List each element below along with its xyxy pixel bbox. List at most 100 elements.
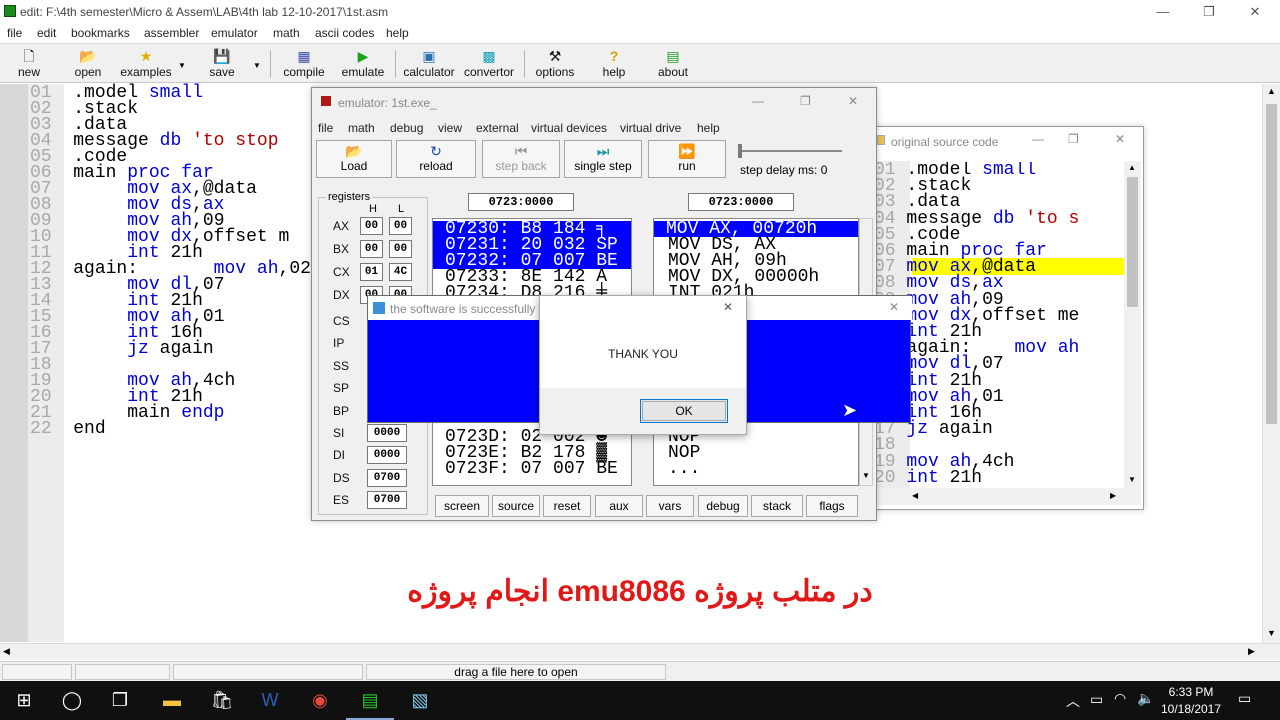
step-back-button[interactable]: ⏮ step back xyxy=(482,140,560,178)
run-button[interactable]: ⏩ run xyxy=(648,140,726,178)
scroll-down-icon[interactable]: ▼ xyxy=(862,471,870,480)
emulator-flags-button[interactable]: flags xyxy=(806,495,858,517)
register-high-value[interactable]: 00 xyxy=(360,240,383,258)
tray-chevron-icon[interactable]: ︿ xyxy=(1066,691,1080,711)
emulator-menu-item[interactable]: math xyxy=(348,121,375,135)
menu-help[interactable]: help xyxy=(386,26,409,40)
menu-file[interactable]: file xyxy=(7,26,22,40)
compile-button[interactable]: ▦ compile xyxy=(278,47,330,81)
source-maximize-button[interactable]: ❐ xyxy=(1068,132,1079,146)
action-center-icon[interactable]: ▭ xyxy=(1238,690,1251,707)
new-button[interactable]: 🗋 new xyxy=(10,47,48,81)
volume-icon[interactable]: 🔈 xyxy=(1137,690,1154,707)
minimize-button[interactable]: — xyxy=(1140,0,1186,24)
load-button[interactable]: 📂 Load xyxy=(316,140,392,178)
source-vertical-scrollbar[interactable]: ▲ ▼ xyxy=(1124,161,1141,488)
scroll-thumb[interactable] xyxy=(1127,177,1138,307)
convertor-button[interactable]: ▩ convertor xyxy=(460,47,518,81)
scroll-down-icon[interactable]: ▼ xyxy=(1128,475,1136,484)
maximize-button[interactable]: ❐ xyxy=(1186,0,1232,24)
menu-edit[interactable]: edit xyxy=(37,26,56,40)
cortana-search-icon[interactable]: ◯ xyxy=(48,681,96,720)
emulator-close-button[interactable]: ✕ xyxy=(848,94,858,108)
source-minimize-button[interactable]: — xyxy=(1032,132,1044,146)
menu-bookmarks[interactable]: bookmarks xyxy=(71,26,130,40)
file-explorer-icon[interactable]: ▬ xyxy=(148,681,196,720)
notepad-icon[interactable]: ▧ xyxy=(396,681,444,720)
register-low-value[interactable]: 4C xyxy=(389,263,412,281)
emulator-menu-item[interactable]: virtual drive xyxy=(620,121,681,135)
source-line[interactable]: 20 int 21h xyxy=(874,469,982,487)
single-step-button[interactable]: ⏭ single step xyxy=(564,140,642,178)
scroll-up-icon[interactable]: ▲ xyxy=(1267,86,1276,96)
close-button[interactable]: ✕ xyxy=(1232,0,1278,24)
vertical-scrollbar[interactable]: ▲ ▼ xyxy=(1262,84,1280,644)
emulator-reset-button[interactable]: reset xyxy=(543,495,591,517)
register-value[interactable]: 0700 xyxy=(367,491,407,510)
scroll-thumb[interactable] xyxy=(1266,104,1277,424)
emulator-debug-button[interactable]: debug xyxy=(698,495,748,517)
scroll-left-icon[interactable]: ◀ xyxy=(3,646,10,657)
emulator-stack-button[interactable]: stack xyxy=(751,495,803,517)
scroll-up-icon[interactable]: ▲ xyxy=(1128,163,1136,172)
step-delay-slider[interactable] xyxy=(738,144,844,158)
save-dropdown-icon[interactable]: ▼ xyxy=(253,61,261,70)
scroll-right-icon[interactable]: ▶ xyxy=(1110,491,1116,500)
menu-ascii-codes[interactable]: ascii codes xyxy=(315,26,374,40)
register-low-value[interactable]: 00 xyxy=(389,240,412,258)
calculator-button[interactable]: ▣ calculator xyxy=(400,47,458,81)
memory-row[interactable]: 0723F: 07 007 BE xyxy=(435,460,618,478)
examples-button[interactable]: ★ examples xyxy=(118,47,174,81)
about-button[interactable]: ▤ about xyxy=(652,47,694,81)
source-horizontal-scrollbar[interactable]: ◀ ▶ xyxy=(872,488,1141,505)
code-line[interactable]: 22 end xyxy=(30,420,106,438)
word-icon[interactable]: W xyxy=(246,681,294,720)
store-icon[interactable]: 🛍 xyxy=(198,681,246,720)
menu-emulator[interactable]: emulator xyxy=(211,26,258,40)
register-high-value[interactable]: 00 xyxy=(360,217,383,235)
emulator-menu-item[interactable]: virtual devices xyxy=(531,121,607,135)
clock-date[interactable]: 10/18/2017 xyxy=(1158,702,1224,716)
register-high-value[interactable]: 01 xyxy=(360,263,383,281)
horizontal-scrollbar[interactable]: ◀ ▶ xyxy=(0,643,1280,660)
battery-icon[interactable]: ▭ xyxy=(1090,691,1103,708)
dialog-close-button[interactable]: ✕ xyxy=(723,300,733,314)
memory-address-box[interactable]: 0723:0000 xyxy=(468,193,574,211)
output-window-close-button[interactable]: ✕ xyxy=(889,300,899,314)
register-low-value[interactable]: 00 xyxy=(389,217,412,235)
emu8086-icon[interactable]: ▤ xyxy=(346,681,394,720)
menu-math[interactable]: math xyxy=(273,26,300,40)
emulator-menu-item[interactable]: view xyxy=(438,121,462,135)
wifi-icon[interactable]: ◠ xyxy=(1114,690,1126,707)
save-button[interactable]: 💾 save xyxy=(202,47,242,81)
emulator-minimize-button[interactable]: — xyxy=(752,94,764,108)
emulate-button[interactable]: ▶ emulate xyxy=(337,47,389,81)
disasm-address-box[interactable]: 0723:0000 xyxy=(688,193,794,211)
help-button[interactable]: ? help xyxy=(596,47,632,81)
disasm-row[interactable]: ... xyxy=(656,460,700,478)
emulator-screen-button[interactable]: screen xyxy=(435,495,489,517)
clock-time[interactable]: 6:33 PM xyxy=(1158,685,1224,699)
emulator-menu-item[interactable]: debug xyxy=(390,121,423,135)
reload-button[interactable]: ↻ reload xyxy=(396,140,476,178)
emulator-menu-item[interactable]: file xyxy=(318,121,333,135)
emulator-menu-item[interactable]: help xyxy=(697,121,720,135)
emulator-vars-button[interactable]: vars xyxy=(646,495,694,517)
slider-thumb[interactable] xyxy=(738,144,742,158)
open-button[interactable]: 📂 open xyxy=(68,47,108,81)
scroll-right-icon[interactable]: ▶ xyxy=(1248,646,1255,657)
source-close-button[interactable]: ✕ xyxy=(1115,132,1125,146)
windows-start-icon[interactable]: ⊞ xyxy=(0,681,48,720)
emulator-aux-button[interactable]: aux xyxy=(595,495,643,517)
emulator-source-button[interactable]: source xyxy=(492,495,540,517)
menu-assembler[interactable]: assembler xyxy=(144,26,199,40)
register-value[interactable]: 0700 xyxy=(367,468,407,487)
scroll-down-icon[interactable]: ▼ xyxy=(1267,628,1276,638)
register-value[interactable]: 0000 xyxy=(367,446,407,465)
register-value[interactable]: 0000 xyxy=(367,424,407,442)
scroll-left-icon[interactable]: ◀ xyxy=(912,491,918,500)
examples-dropdown-icon[interactable]: ▼ xyxy=(178,61,186,70)
ok-button[interactable]: OK xyxy=(640,399,728,423)
task-view-icon[interactable]: ❐ xyxy=(96,681,144,720)
emulator-maximize-button[interactable]: ❐ xyxy=(800,94,811,108)
